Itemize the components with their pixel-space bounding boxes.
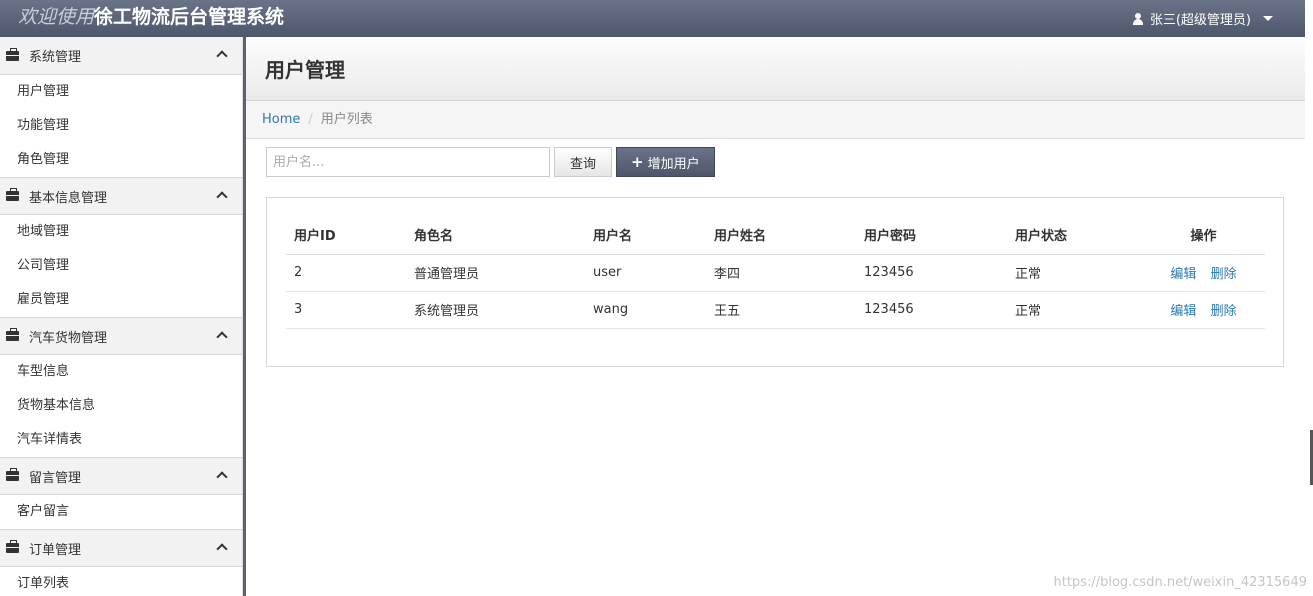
app-title: 欢迎使用徐工物流后台管理系统 [18, 4, 284, 30]
user-table: 用户ID 角色名 用户名 用户姓名 用户密码 用户状态 操作 2 普通管理员 u… [286, 216, 1265, 329]
col-status: 用户状态 [1007, 216, 1142, 255]
sidebar: 系统管理 用户管理 功能管理 角色管理 基本信息管理 地域管理 公司管理 雇员管… [0, 37, 243, 596]
cell-username: wang [585, 291, 706, 329]
col-password: 用户密码 [856, 216, 1007, 255]
cell-status: 正常 [1007, 254, 1142, 292]
briefcase-icon [6, 328, 19, 341]
col-actions: 操作 [1142, 216, 1265, 255]
edit-link[interactable]: 编辑 [1170, 304, 1196, 319]
sidebar-item-regions[interactable]: 地域管理 [0, 215, 242, 249]
cell-role-name: 普通管理员 [406, 254, 585, 292]
briefcase-icon [6, 47, 19, 61]
sidebar-item-users[interactable]: 用户管理 [0, 75, 242, 109]
cell-actions: 编辑 删除 [1142, 254, 1265, 292]
col-role-name: 角色名 [406, 216, 585, 255]
cell-user-id: 3 [286, 291, 406, 329]
search-input[interactable] [266, 147, 550, 177]
user-name: 张三(超级管理员) [1149, 13, 1251, 28]
main-content: 用户管理 Home / 用户列表 查询 + 增加用户 用户ID 角色名 用户名 用户… [246, 37, 1305, 596]
sidebar-group-title: 留言管理 [29, 470, 82, 486]
page-title: 用户管理 [265, 58, 345, 82]
col-full-name: 用户姓名 [706, 216, 856, 255]
sidebar-group-system[interactable]: 系统管理 [0, 37, 242, 75]
cell-user-id: 2 [286, 254, 406, 292]
chevron-up-icon [216, 331, 228, 343]
sidebar-group-messages[interactable]: 留言管理 [0, 457, 242, 495]
top-bar: 欢迎使用徐工物流后台管理系统 张三(超级管理员) [0, 0, 1305, 37]
cell-full-name: 李四 [706, 254, 856, 292]
sidebar-item-vehicle-details[interactable]: 汽车详情表 [0, 423, 242, 457]
cell-username: user [585, 254, 706, 292]
sidebar-group-title: 汽车货物管理 [29, 330, 108, 346]
breadcrumb-home-link[interactable]: Home [262, 112, 300, 127]
sidebar-item-customer-messages[interactable]: 客户留言 [0, 495, 242, 529]
briefcase-icon [6, 468, 19, 481]
delete-link[interactable]: 删除 [1211, 304, 1237, 319]
sidebar-group-title: 基本信息管理 [29, 190, 108, 206]
toolbar: 查询 + 增加用户 [266, 147, 715, 177]
cell-full-name: 王五 [706, 291, 856, 329]
add-user-button[interactable]: + 增加用户 [616, 147, 715, 177]
delete-link[interactable]: 删除 [1211, 267, 1237, 282]
briefcase-icon [6, 188, 19, 201]
chevron-up-icon [216, 191, 228, 203]
sidebar-item-functions[interactable]: 功能管理 [0, 109, 242, 143]
table-row: 3 系统管理员 wang 王五 123456 正常 编辑 删除 [286, 291, 1265, 329]
query-button[interactable]: 查询 [554, 147, 612, 177]
system-name: 徐工物流后台管理系统 [94, 6, 285, 28]
add-user-label: 增加用户 [647, 156, 700, 172]
table-header-row: 用户ID 角色名 用户名 用户姓名 用户密码 用户状态 操作 [286, 216, 1265, 255]
cell-password: 123456 [856, 254, 1007, 292]
welcome-text: 欢迎使用 [18, 6, 95, 28]
chevron-up-icon [216, 471, 228, 483]
sidebar-item-vehicle-types[interactable]: 车型信息 [0, 355, 242, 389]
edit-link[interactable]: 编辑 [1170, 267, 1196, 282]
cell-actions: 编辑 删除 [1142, 291, 1265, 329]
caret-down-icon [1263, 16, 1273, 21]
sidebar-item-companies[interactable]: 公司管理 [0, 249, 242, 283]
chevron-up-icon [216, 50, 228, 62]
page-header: 用户管理 [246, 37, 1305, 101]
cell-password: 123456 [856, 291, 1007, 329]
breadcrumb: Home / 用户列表 [246, 101, 1305, 139]
sidebar-item-order-list[interactable]: 订单列表 [0, 567, 242, 596]
watermark: https://blog.csdn.net/weixin_42315649 [1053, 575, 1307, 590]
briefcase-icon [6, 540, 19, 553]
sidebar-item-goods-info[interactable]: 货物基本信息 [0, 389, 242, 423]
sidebar-item-roles[interactable]: 角色管理 [0, 143, 242, 177]
user-icon [1132, 12, 1144, 25]
breadcrumb-current: 用户列表 [320, 112, 373, 127]
plus-icon: + [631, 153, 644, 171]
cell-role-name: 系统管理员 [406, 291, 585, 329]
col-user-id: 用户ID [286, 216, 406, 255]
sidebar-group-basic-info[interactable]: 基本信息管理 [0, 177, 242, 215]
col-username: 用户名 [585, 216, 706, 255]
cell-status: 正常 [1007, 291, 1142, 329]
sidebar-group-vehicles-goods[interactable]: 汽车货物管理 [0, 317, 242, 355]
sidebar-group-orders[interactable]: 订单管理 [0, 529, 242, 567]
table-row: 2 普通管理员 user 李四 123456 正常 编辑 删除 [286, 254, 1265, 292]
sidebar-group-title: 订单管理 [29, 542, 82, 558]
breadcrumb-separator: / [308, 112, 313, 127]
sidebar-group-title: 系统管理 [29, 50, 82, 65]
user-table-panel: 用户ID 角色名 用户名 用户姓名 用户密码 用户状态 操作 2 普通管理员 u… [266, 197, 1284, 367]
sidebar-item-employees[interactable]: 雇员管理 [0, 283, 242, 317]
user-menu[interactable]: 张三(超级管理员) [1132, 9, 1273, 28]
chevron-up-icon [216, 543, 228, 555]
